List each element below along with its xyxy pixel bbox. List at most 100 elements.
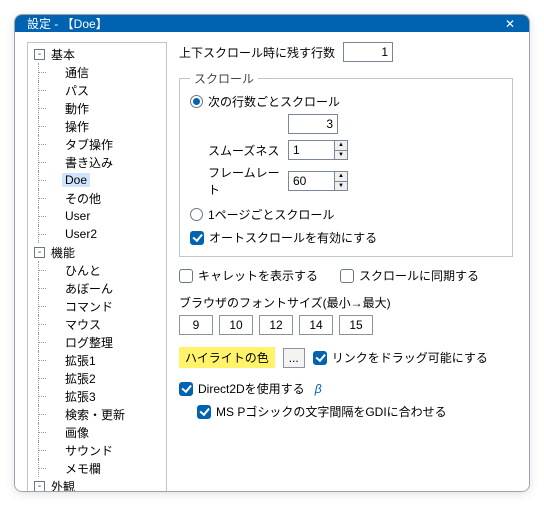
tree-item-label: 通信: [62, 64, 92, 81]
sync-scroll-label: スクロールに同期する: [359, 267, 479, 284]
tree-item[interactable]: マウス: [48, 315, 104, 333]
scroll-by-page-label: 1ページごとスクロール: [208, 206, 334, 223]
font-size-input[interactable]: 9: [179, 315, 213, 335]
collapse-icon[interactable]: -: [34, 481, 45, 492]
tree-item[interactable]: 検索・更新: [48, 405, 128, 423]
titlebar: 設定 - 【Doe】 ✕: [15, 15, 529, 32]
collapse-icon[interactable]: -: [34, 247, 45, 258]
tree-item-label: その他: [62, 190, 104, 207]
auto-scroll-label: オートスクロールを有効にする: [209, 229, 377, 246]
tree-item[interactable]: 操作: [48, 117, 92, 135]
checkbox-icon: [190, 231, 204, 245]
highlight-color-label: ハイライトの色: [179, 347, 275, 368]
tree-item-label: メモ欄: [62, 460, 104, 477]
sync-scroll-checkbox[interactable]: スクロールに同期する: [340, 267, 479, 284]
smoothness-spinner[interactable]: ▲▼: [288, 140, 348, 160]
tree-item[interactable]: メモ欄: [48, 459, 104, 477]
scroll-keep-input[interactable]: [343, 42, 393, 62]
framerate-input[interactable]: [288, 171, 334, 191]
tree-item[interactable]: Doe: [48, 171, 90, 189]
tree-item-label: 拡張2: [62, 370, 99, 387]
tree-group-label: 外観: [48, 478, 78, 493]
font-size-input[interactable]: 12: [259, 315, 293, 335]
tree-item[interactable]: 動作: [48, 99, 92, 117]
tree-item-label: 拡張3: [62, 388, 99, 405]
spinner-down-icon[interactable]: ▼: [334, 150, 348, 161]
scroll-group: スクロール 次の行数ごとスクロール スムーズネス: [179, 70, 513, 257]
tree-item[interactable]: User: [48, 207, 93, 225]
settings-dialog: 設定 - 【Doe】 ✕ -基本通信パス動作操作タブ操作書き込みDoeその他Us…: [14, 14, 530, 492]
tree-item[interactable]: タブ操作: [48, 135, 116, 153]
tree-item[interactable]: パス: [48, 81, 92, 99]
tree-item[interactable]: 画像: [48, 423, 92, 441]
spinner-up-icon[interactable]: ▲: [334, 171, 348, 181]
font-size-input[interactable]: 14: [299, 315, 333, 335]
link-drag-label: リンクをドラッグ可能にする: [332, 349, 488, 366]
scroll-by-lines-radio[interactable]: 次の行数ごとスクロール: [190, 93, 340, 110]
tree-item-label: 画像: [62, 424, 92, 441]
tree-item-label: 操作: [62, 118, 92, 135]
tree-item-label: 検索・更新: [62, 406, 128, 423]
tree-group[interactable]: -外観: [34, 477, 78, 492]
tree-item-label: 動作: [62, 100, 92, 117]
close-icon[interactable]: ✕: [501, 17, 519, 31]
gdi-spacing-checkbox[interactable]: MS Pゴシックの文字間隔をGDIに合わせる: [197, 403, 447, 420]
tree-item-label: コマンド: [62, 298, 116, 315]
collapse-icon[interactable]: -: [34, 49, 45, 60]
font-sizes-row: 9 10 12 14 15: [179, 315, 513, 335]
tree-item[interactable]: サウンド: [48, 441, 116, 459]
scroll-group-legend: スクロール: [190, 70, 258, 87]
auto-scroll-checkbox[interactable]: オートスクロールを有効にする: [190, 229, 377, 246]
show-caret-label: キャレットを表示する: [198, 267, 318, 284]
radio-icon: [190, 208, 203, 221]
tree-item-label: あぼーん: [62, 280, 116, 297]
tree-item[interactable]: 拡張3: [48, 387, 99, 405]
tree-item[interactable]: 拡張2: [48, 369, 99, 387]
tree-item[interactable]: その他: [48, 189, 104, 207]
direct2d-label: Direct2Dを使用する: [198, 380, 305, 397]
spinner-up-icon[interactable]: ▲: [334, 140, 348, 150]
framerate-spinner[interactable]: ▲▼: [288, 171, 348, 191]
smoothness-label: スムーズネス: [208, 142, 280, 159]
tree-item[interactable]: ひんと: [48, 261, 104, 279]
scroll-by-page-radio[interactable]: 1ページごとスクロール: [190, 206, 334, 223]
checkbox-icon: [313, 351, 327, 365]
link-drag-checkbox[interactable]: リンクをドラッグ可能にする: [313, 349, 488, 366]
tree-item[interactable]: ログ整理: [48, 333, 116, 351]
checkbox-icon: [197, 405, 211, 419]
spinner-down-icon[interactable]: ▼: [334, 181, 348, 192]
font-size-input[interactable]: 15: [339, 315, 373, 335]
direct2d-checkbox[interactable]: Direct2Dを使用する: [179, 380, 305, 397]
category-tree[interactable]: -基本通信パス動作操作タブ操作書き込みDoeその他UserUser2-機能ひんと…: [27, 42, 167, 492]
gdi-spacing-label: MS Pゴシックの文字間隔をGDIに合わせる: [216, 403, 447, 420]
checkbox-icon: [340, 269, 354, 283]
tree-item[interactable]: 拡張1: [48, 351, 99, 369]
tree-item[interactable]: あぼーん: [48, 279, 116, 297]
tree-item-label: ひんと: [62, 262, 104, 279]
tree-item[interactable]: User2: [48, 225, 100, 243]
tree-item-label: User2: [62, 227, 100, 241]
show-caret-checkbox[interactable]: キャレットを表示する: [179, 267, 318, 284]
tree-item-label: サウンド: [62, 442, 116, 459]
tree-item-label: ログ整理: [62, 334, 116, 351]
tree-group[interactable]: -機能: [34, 243, 78, 261]
radio-icon: [190, 95, 203, 108]
window-title: 設定 - 【Doe】: [27, 15, 108, 32]
font-sizes-label: ブラウザのフォントサイズ(最小→最大): [179, 294, 513, 311]
tree-group[interactable]: -基本: [34, 45, 78, 63]
checkbox-icon: [179, 382, 193, 396]
smoothness-input[interactable]: [288, 140, 334, 160]
tree-item-label: 拡張1: [62, 352, 99, 369]
checkbox-icon: [179, 269, 193, 283]
tree-group-label: 基本: [48, 46, 78, 63]
beta-badge: β: [315, 382, 322, 396]
color-picker-button[interactable]: ...: [283, 348, 305, 368]
tree-item[interactable]: コマンド: [48, 297, 116, 315]
scroll-lines-input[interactable]: [288, 114, 338, 134]
scroll-by-lines-label: 次の行数ごとスクロール: [208, 93, 340, 110]
settings-panel: 上下スクロール時に残す行数 スクロール 次の行数ごとスクロール: [175, 42, 517, 492]
tree-item-label: タブ操作: [62, 136, 116, 153]
font-size-input[interactable]: 10: [219, 315, 253, 335]
tree-item[interactable]: 通信: [48, 63, 92, 81]
tree-item[interactable]: 書き込み: [48, 153, 116, 171]
